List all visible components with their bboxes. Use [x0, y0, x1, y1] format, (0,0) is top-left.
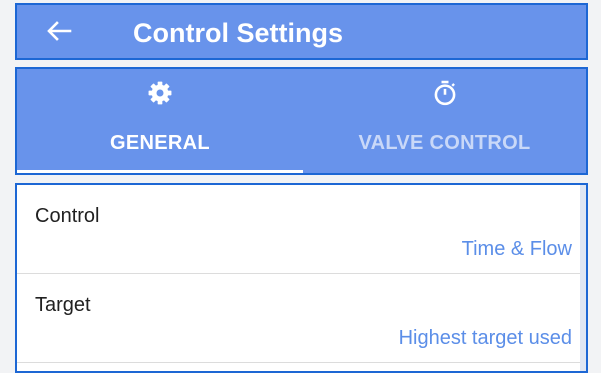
settings-list: Control Time & Flow Target Highest targe…	[15, 183, 588, 373]
tab-general[interactable]: GENERAL	[17, 69, 303, 173]
arrow-left-icon	[47, 21, 72, 41]
tab-valve-control[interactable]: VALVE CONTROL	[303, 69, 586, 173]
stopwatch-icon	[434, 80, 455, 106]
tab-bar: GENERAL VALVE CONTROL	[15, 67, 588, 175]
page-title: Control Settings	[133, 18, 343, 48]
tab-valve-control-label: VALVE CONTROL	[358, 132, 531, 154]
selected-tab-indicator	[17, 170, 303, 173]
tab-general-label: GENERAL	[110, 132, 210, 154]
setting-row-target[interactable]: Target Highest target used	[17, 274, 586, 363]
setting-row-control[interactable]: Control Time & Flow	[17, 185, 586, 274]
app-bar: Control Settings	[15, 3, 588, 60]
setting-value: Time & Flow	[461, 238, 572, 260]
setting-label: Control	[35, 205, 100, 227]
setting-label: Target	[35, 294, 91, 316]
back-button[interactable]	[41, 15, 77, 47]
setting-value: Highest target used	[398, 327, 572, 349]
scrollbar[interactable]	[580, 185, 586, 371]
gear-icon	[148, 81, 172, 105]
